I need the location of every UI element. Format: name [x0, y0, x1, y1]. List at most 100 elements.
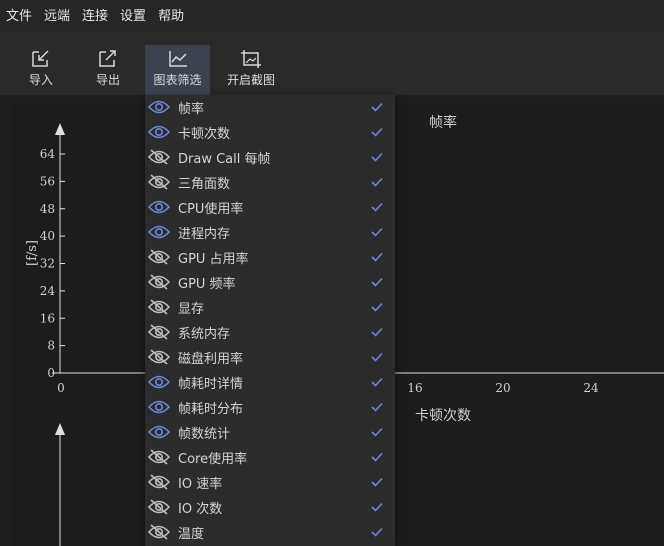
y-tick-label: 0	[47, 366, 55, 380]
check-icon	[371, 502, 383, 512]
filter-item[interactable]: CPU使用率	[145, 195, 395, 220]
eye-icon[interactable]	[148, 223, 170, 241]
filter-item[interactable]: 帧耗时分布	[145, 395, 395, 420]
check-icon	[371, 177, 383, 187]
filter-item[interactable]: 卡顿次数	[145, 120, 395, 145]
x-axis-label: 卡顿次数	[415, 408, 471, 424]
y-tick-label: 48	[40, 202, 55, 216]
eye-off-icon[interactable]	[148, 248, 170, 266]
filter-item[interactable]: GPU 占用率	[145, 245, 395, 270]
filter-item-label: GPU 频率	[178, 277, 236, 292]
filter-item[interactable]: 温度	[145, 520, 395, 545]
check-icon	[371, 227, 383, 237]
eye-off-icon[interactable]	[148, 448, 170, 466]
x-tick-label: 20	[495, 381, 510, 395]
filter-item-label: GPU 占用率	[178, 252, 249, 267]
filter-item-label: Draw Call 每帧	[178, 152, 271, 167]
toolbar: 导入 导出 图表筛选 开启截图	[0, 33, 664, 95]
check-icon	[371, 452, 383, 462]
chart-filter-dropdown: 帧率卡顿次数 Draw Call 每帧 三角面数 CPU使用率 进程内存 GPU 占用率 G…	[145, 95, 395, 546]
filter-item[interactable]: 帧率	[145, 95, 395, 120]
filter-item-label: 帧率	[178, 102, 205, 117]
filter-item-label: 进程内存	[178, 227, 231, 242]
export-icon	[99, 50, 116, 67]
check-icon	[371, 202, 383, 212]
check-icon	[371, 377, 383, 387]
export-button[interactable]: 导出	[89, 45, 127, 95]
x-tick-label: 16	[407, 381, 422, 395]
y-tick-label: 40	[40, 229, 55, 243]
filter-item[interactable]: 系统内存	[145, 320, 395, 345]
eye-icon[interactable]	[148, 398, 170, 416]
eye-off-icon[interactable]	[148, 523, 170, 541]
eye-icon[interactable]	[148, 98, 170, 116]
check-icon	[371, 427, 383, 437]
check-icon	[371, 527, 383, 537]
filter-item[interactable]: GPU 频率	[145, 270, 395, 295]
import-button[interactable]: 导入	[22, 45, 60, 95]
check-icon	[371, 302, 383, 312]
eye-off-icon[interactable]	[148, 323, 170, 341]
eye-icon[interactable]	[148, 198, 170, 216]
filter-item-label: 卡顿次数	[178, 127, 231, 142]
eye-off-icon[interactable]	[148, 298, 170, 316]
menu-help[interactable]: 帮助	[152, 0, 190, 33]
chart-filter-button[interactable]: 图表筛选	[145, 45, 210, 95]
check-icon	[371, 327, 383, 337]
check-icon	[371, 152, 383, 162]
filter-item-label: 磁盘利用率	[178, 352, 244, 367]
filter-item-label: IO 速率	[178, 477, 223, 492]
eye-icon[interactable]	[148, 123, 170, 141]
eye-icon[interactable]	[148, 423, 170, 441]
check-icon	[371, 127, 383, 137]
chart-title: 帧率	[429, 114, 457, 131]
y-axis-arrow-icon	[55, 123, 65, 135]
menu-bar: 文件 远端 连接 设置 帮助	[0, 0, 664, 33]
filter-item-label: 三角面数	[178, 177, 231, 192]
eye-icon[interactable]	[148, 373, 170, 391]
filter-item[interactable]: 三角面数	[145, 170, 395, 195]
check-icon	[371, 477, 383, 487]
import-label: 导入	[28, 73, 53, 87]
filter-item[interactable]: 帧数统计	[145, 420, 395, 445]
filter-item-label: 系统内存	[178, 327, 231, 342]
export-label: 导出	[95, 73, 120, 87]
filter-item[interactable]: Core使用率	[145, 445, 395, 470]
menu-connect[interactable]: 连接	[76, 0, 114, 33]
check-icon	[371, 277, 383, 287]
filter-item[interactable]: 进程内存	[145, 220, 395, 245]
x-tick-label: 0	[57, 381, 65, 395]
filter-item[interactable]: 显存	[145, 295, 395, 320]
eye-off-icon[interactable]	[148, 148, 170, 166]
eye-off-icon[interactable]	[148, 473, 170, 491]
eye-off-icon[interactable]	[148, 498, 170, 516]
eye-off-icon[interactable]	[148, 348, 170, 366]
filter-item-label: 帧耗时详情	[178, 377, 244, 392]
menu-file[interactable]: 文件	[0, 0, 38, 33]
lower-y-axis-arrow-icon	[55, 423, 65, 435]
y-tick-label: 56	[40, 174, 55, 188]
filter-item-label: Core使用率	[178, 452, 248, 467]
screenshot-button[interactable]: 开启截图	[222, 45, 280, 95]
chart-filter-label: 图表筛选	[153, 73, 202, 87]
screenshot-label: 开启截图	[226, 73, 275, 87]
filter-item-label: 温度	[178, 527, 205, 542]
menu-settings[interactable]: 设置	[114, 0, 152, 33]
filter-item[interactable]: IO 次数	[145, 495, 395, 520]
filter-item[interactable]: IO 速率	[145, 470, 395, 495]
y-tick-label: 32	[40, 257, 55, 271]
eye-off-icon[interactable]	[148, 273, 170, 291]
y-tick-label: 24	[40, 284, 56, 298]
menu-remote[interactable]: 远端	[38, 0, 76, 33]
filter-item-label: 帧数统计	[178, 427, 231, 442]
y-tick-label: 16	[40, 311, 55, 325]
eye-off-icon[interactable]	[148, 173, 170, 191]
check-icon	[371, 402, 383, 412]
check-icon	[371, 252, 383, 262]
filter-item[interactable]: Draw Call 每帧	[145, 145, 395, 170]
y-tick-label: 64	[40, 147, 56, 161]
filter-item[interactable]: 帧耗时详情	[145, 370, 395, 395]
filter-item-label: CPU使用率	[178, 202, 244, 217]
check-icon	[371, 102, 383, 112]
filter-item[interactable]: 磁盘利用率	[145, 345, 395, 370]
